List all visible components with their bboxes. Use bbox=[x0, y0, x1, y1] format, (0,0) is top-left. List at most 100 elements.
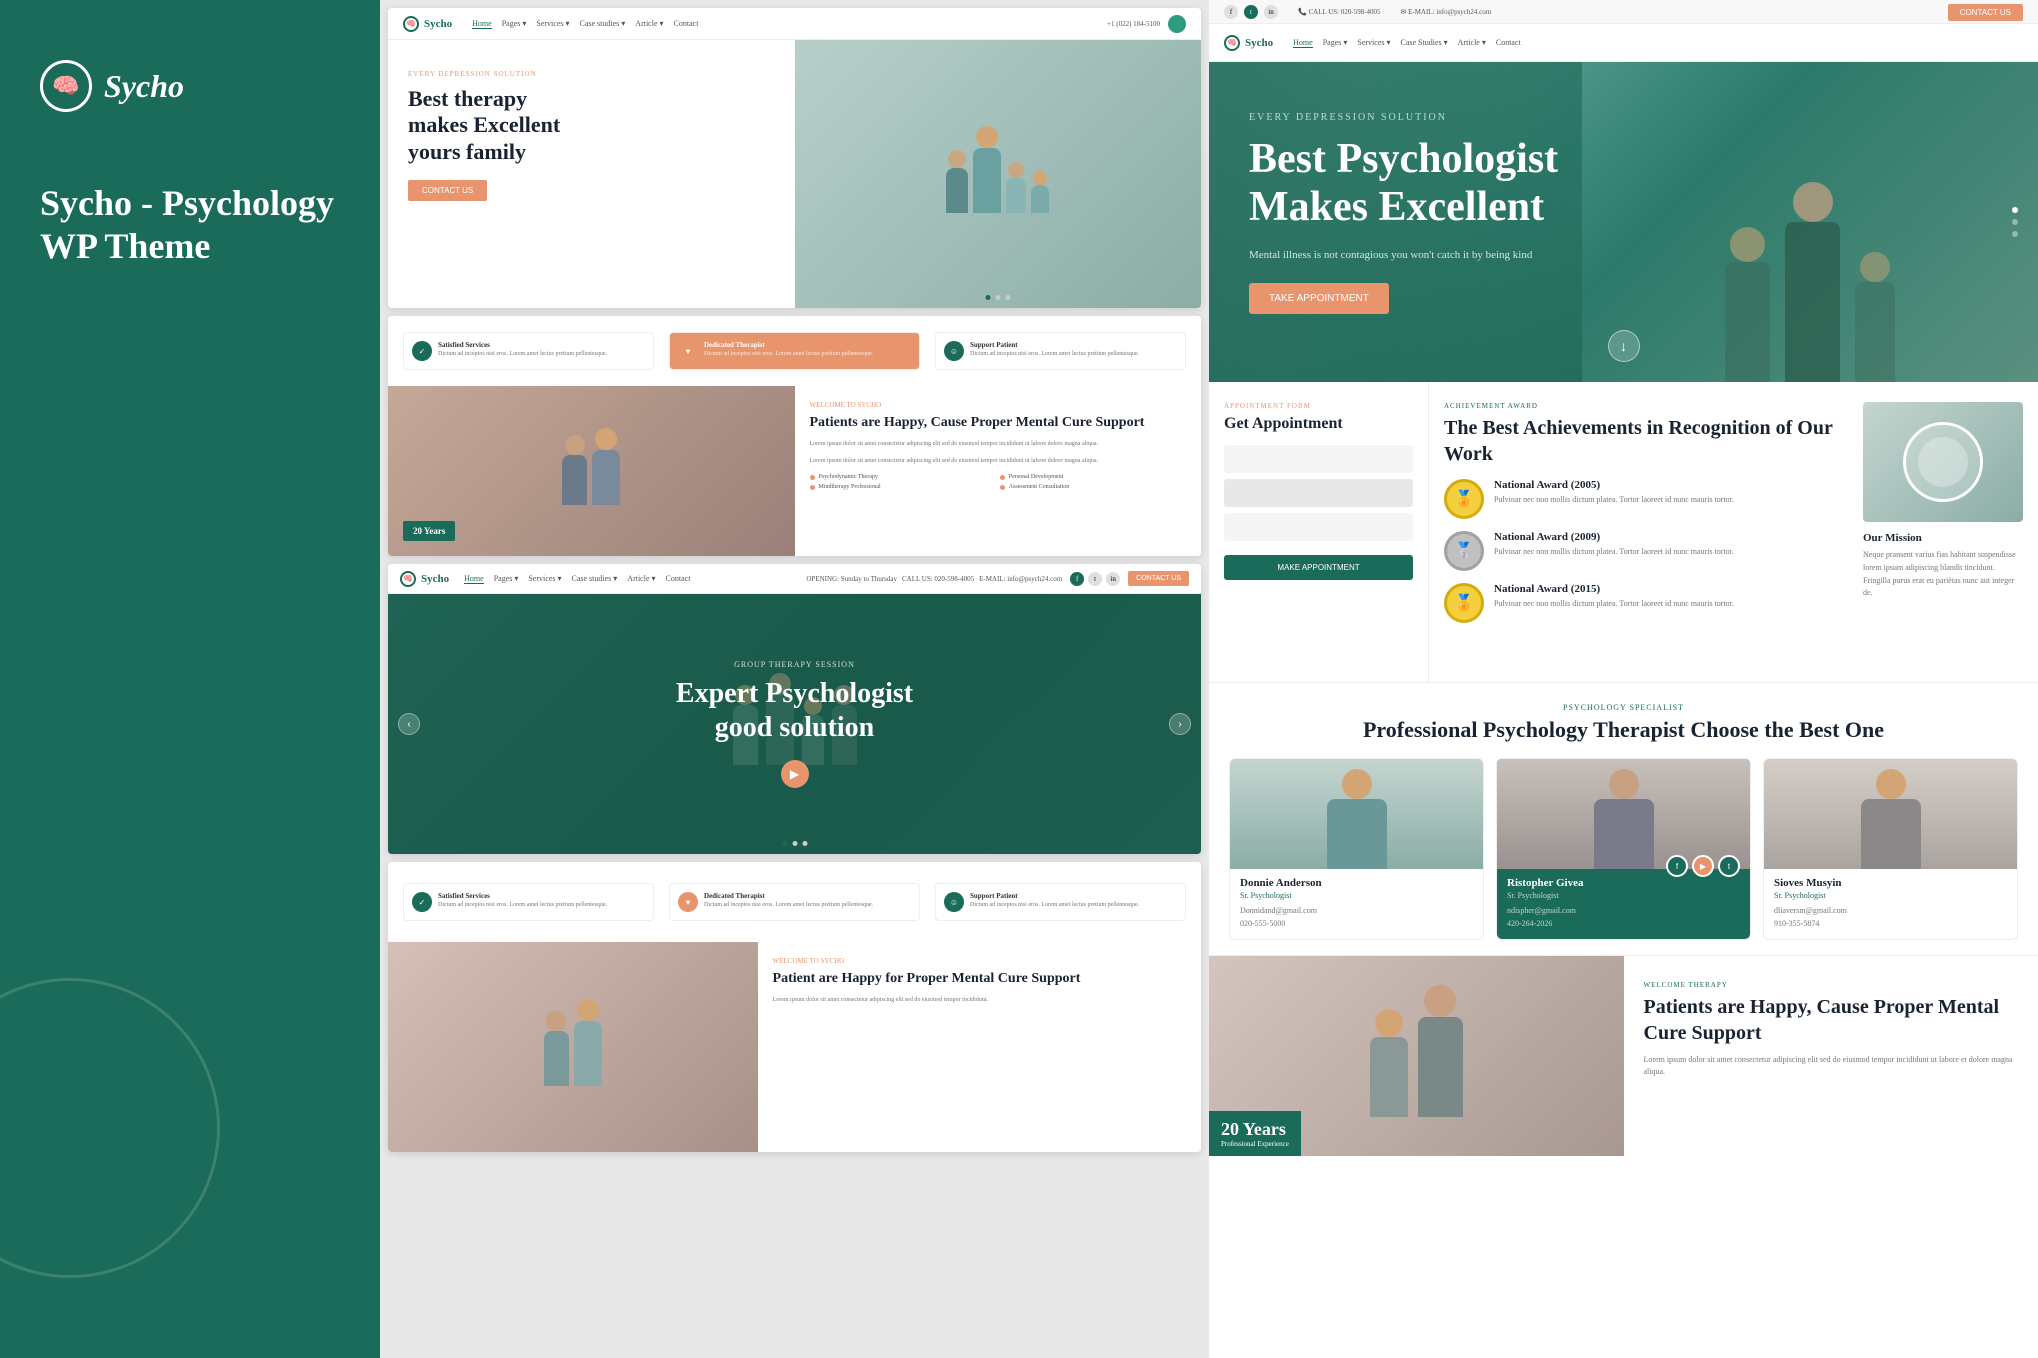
patients-text: Lorem ipsum dolor sit amet consectetur a… bbox=[1644, 1054, 2019, 1080]
hero-cta-button[interactable]: CONTACT US bbox=[408, 180, 487, 201]
side-dot-3 bbox=[2012, 231, 2018, 237]
award-desc-3: Pulvinar nec non mollis dictum platea. T… bbox=[1494, 598, 1734, 610]
screenshot-4: ✓ Satisfied Services Dictum ad inceptos … bbox=[388, 862, 1201, 1152]
logo-icon: 🧠 bbox=[40, 60, 92, 112]
nav-pages[interactable]: Pages ▾ bbox=[502, 19, 527, 29]
social-tw-right[interactable]: t bbox=[1244, 5, 1258, 19]
appt-email-field[interactable] bbox=[1224, 479, 1413, 507]
right-nav-article[interactable]: Article ▾ bbox=[1458, 38, 1486, 48]
therapist-photo-1 bbox=[1230, 759, 1483, 869]
screenshot-3: 🧠 Sycho Home Pages ▾ Services ▾ Case stu… bbox=[388, 564, 1201, 854]
right-nav-home[interactable]: Home bbox=[1293, 38, 1313, 48]
mission-title: Our Mission bbox=[1863, 532, 2023, 544]
screen4-eyebrow: WELCOME TO SYCHO bbox=[773, 957, 1186, 965]
right-nav-case[interactable]: Case Studies ▾ bbox=[1401, 38, 1448, 48]
achievements-left: ACHIEVEMENT AWARD The Best Achievements … bbox=[1444, 402, 1848, 662]
award-desc-2: Pulvinar nec non mollis dictum platea. T… bbox=[1494, 546, 1734, 558]
award-desc-1: Pulvinar nec non mollis dictum platea. T… bbox=[1494, 494, 1734, 506]
social-in[interactable]: in bbox=[1106, 572, 1120, 586]
therapists-title: Professional Psychology Therapist Choose… bbox=[1229, 717, 2018, 743]
right-nav-info: 📞 CALL US: 020-598-4005 ✉ E-MAIL: info@p… bbox=[1298, 8, 1491, 16]
service-desc-1: Dictum ad inceptos nisi eros. Lorem amet… bbox=[438, 351, 607, 359]
appt-phone-field[interactable] bbox=[1224, 513, 1413, 541]
prev-arrow[interactable]: ‹ bbox=[398, 713, 420, 735]
contact-btn-screen3[interactable]: CONTACT US bbox=[1128, 571, 1189, 586]
hero-text-area: EVERY DEPRESSION SOLUTION Best therapy m… bbox=[388, 40, 795, 308]
nav-home[interactable]: Home bbox=[472, 19, 492, 29]
therapist-role-1: Sr. Psychologist bbox=[1240, 891, 1473, 900]
screen4-body: WELCOME TO SYCHO Patient are Happy for P… bbox=[388, 942, 1201, 1152]
screen4-svc-2: ♥ Dedicated Therapist Dictum ad inceptos… bbox=[669, 883, 920, 921]
service-card-3: ☺ Support Patient Dictum ad inceptos nis… bbox=[935, 332, 1186, 370]
next-arrow[interactable]: › bbox=[1169, 713, 1191, 735]
welcome-title: Patients are Happy, Cause Proper Mental … bbox=[810, 414, 1187, 432]
nav-contact[interactable]: Contact bbox=[674, 19, 699, 29]
screen2-services-bar: ✓ Satisfied Services Dictum ad inceptos … bbox=[388, 316, 1201, 386]
t-social-fb[interactable]: f bbox=[1666, 855, 1688, 877]
therapist-card-2-featured: f ▶ t Ristopher Givea Sr. Psychologist n… bbox=[1496, 758, 1751, 940]
circle-decoration bbox=[0, 978, 220, 1278]
hero-title: Best therapy makes Excellent yours famil… bbox=[408, 86, 775, 165]
therapist-contact-2: ndispher@gmail.com 420-264-2026 bbox=[1507, 905, 1740, 931]
screen4-image bbox=[388, 942, 758, 1152]
feature-dot-4 bbox=[1000, 485, 1005, 490]
features-list: Psychodynamic Therapy Personal Developme… bbox=[810, 474, 1187, 490]
nav-links-sm: Home Pages ▾ Services ▾ Case studies ▾ A… bbox=[472, 19, 698, 29]
service-icon-1: ✓ bbox=[412, 341, 432, 361]
nav-services[interactable]: Services ▾ bbox=[536, 19, 569, 29]
nav-case[interactable]: Case studies ▾ bbox=[580, 19, 626, 29]
screen3-hero: Group therapy session Expert Psychologis… bbox=[388, 594, 1201, 854]
slide-dot-3 bbox=[802, 841, 807, 846]
hero-scroll-btn[interactable]: ↓ bbox=[1608, 330, 1640, 362]
t-social-tw[interactable]: t bbox=[1718, 855, 1740, 877]
right-top-bar: f t in 📞 CALL US: 020-598-4005 ✉ E-MAIL:… bbox=[1209, 0, 2038, 24]
appt-eyebrow: APPOINTMENT FORM bbox=[1224, 402, 1413, 410]
social-fb[interactable]: f bbox=[1070, 572, 1084, 586]
screen3-nav: 🧠 Sycho Home Pages ▾ Services ▾ Case stu… bbox=[388, 564, 1201, 594]
appt-name-field[interactable] bbox=[1224, 445, 1413, 473]
therapist-info-1: Donnie Anderson Sr. Psychologist Donnida… bbox=[1230, 869, 1483, 939]
screenshots-left: 🧠 Sycho Home Pages ▾ Services ▾ Case stu… bbox=[380, 0, 1209, 1358]
right-nav-links: Home Pages ▾ Services ▾ Case Studies ▾ A… bbox=[1293, 38, 1521, 48]
service-card-2: ♥ Dedicated Therapist Dictum ad inceptos… bbox=[669, 332, 920, 370]
slide-dot-1 bbox=[782, 841, 787, 846]
award-1: 🏅 National Award (2005) Pulvinar nec non… bbox=[1444, 479, 1848, 519]
feature-1: Psychodynamic Therapy bbox=[810, 474, 996, 480]
social-in-right[interactable]: in bbox=[1264, 5, 1278, 19]
right-nav-contact[interactable]: Contact bbox=[1496, 38, 1521, 48]
screen2-body: 20 Years WELCOME TO SYCHO Patients are H… bbox=[388, 386, 1201, 556]
appt-submit-btn[interactable]: MAKE APPOINTMENT bbox=[1224, 555, 1413, 580]
screen1-hero: EVERY DEPRESSION SOLUTION Best therapy m… bbox=[388, 40, 1201, 308]
right-nav-logo: 🧠 Sycho bbox=[1224, 35, 1273, 51]
feature-4: Assessment Consultation bbox=[1000, 484, 1186, 490]
patients-eyebrow: WELCOME THERAPY bbox=[1644, 981, 2019, 989]
nav-article[interactable]: Article ▾ bbox=[635, 19, 663, 29]
therapist-photo-2 bbox=[1497, 759, 1750, 869]
patients-image: 20 Years Professional Experience bbox=[1209, 956, 1624, 1156]
right-content: 🧠 Sycho Home Pages ▾ Services ▾ Case stu… bbox=[380, 0, 2038, 1358]
screen3-logo: 🧠 Sycho bbox=[400, 571, 449, 587]
contact-btn-right[interactable]: CONTACT US bbox=[1948, 4, 2023, 21]
award-medal-2: 🥈 bbox=[1444, 531, 1484, 571]
hero-image-area bbox=[795, 40, 1202, 308]
side-dots bbox=[2012, 207, 2018, 237]
award-title-2: National Award (2009) bbox=[1494, 531, 1734, 543]
screen3-play-btn[interactable]: ▶ bbox=[781, 760, 809, 788]
service-desc-3: Dictum ad inceptos nisi eros. Lorem amet… bbox=[970, 351, 1139, 359]
right-nav-services[interactable]: Services ▾ bbox=[1357, 38, 1390, 48]
right-main-nav: 🧠 Sycho Home Pages ▾ Services ▾ Case Stu… bbox=[1209, 24, 2038, 62]
social-tw[interactable]: t bbox=[1088, 572, 1102, 586]
therapist-info-2: f ▶ t Ristopher Givea Sr. Psychologist n… bbox=[1497, 869, 1750, 939]
nav-logo-circle: 🧠 bbox=[403, 16, 419, 32]
right-hero-content: EVERY DEPRESSION SOLUTION Best Psycholog… bbox=[1209, 62, 1665, 364]
social-fb-right[interactable]: f bbox=[1224, 5, 1238, 19]
service-label-1: Satisfied Services bbox=[438, 341, 607, 349]
right-nav-pages[interactable]: Pages ▾ bbox=[1323, 38, 1348, 48]
hero-image bbox=[795, 40, 1202, 308]
right-hero-btn[interactable]: TAKE APPOINTMENT bbox=[1249, 283, 1389, 314]
award-2: 🥈 National Award (2009) Pulvinar nec non… bbox=[1444, 531, 1848, 571]
t-social-play[interactable]: ▶ bbox=[1692, 855, 1714, 877]
therapist-social-btns: f ▶ t bbox=[1666, 855, 1740, 877]
screen3-nav-links: Home Pages ▾ Services ▾ Case studies ▾ A… bbox=[464, 574, 690, 584]
feature-dot-1 bbox=[810, 475, 815, 480]
